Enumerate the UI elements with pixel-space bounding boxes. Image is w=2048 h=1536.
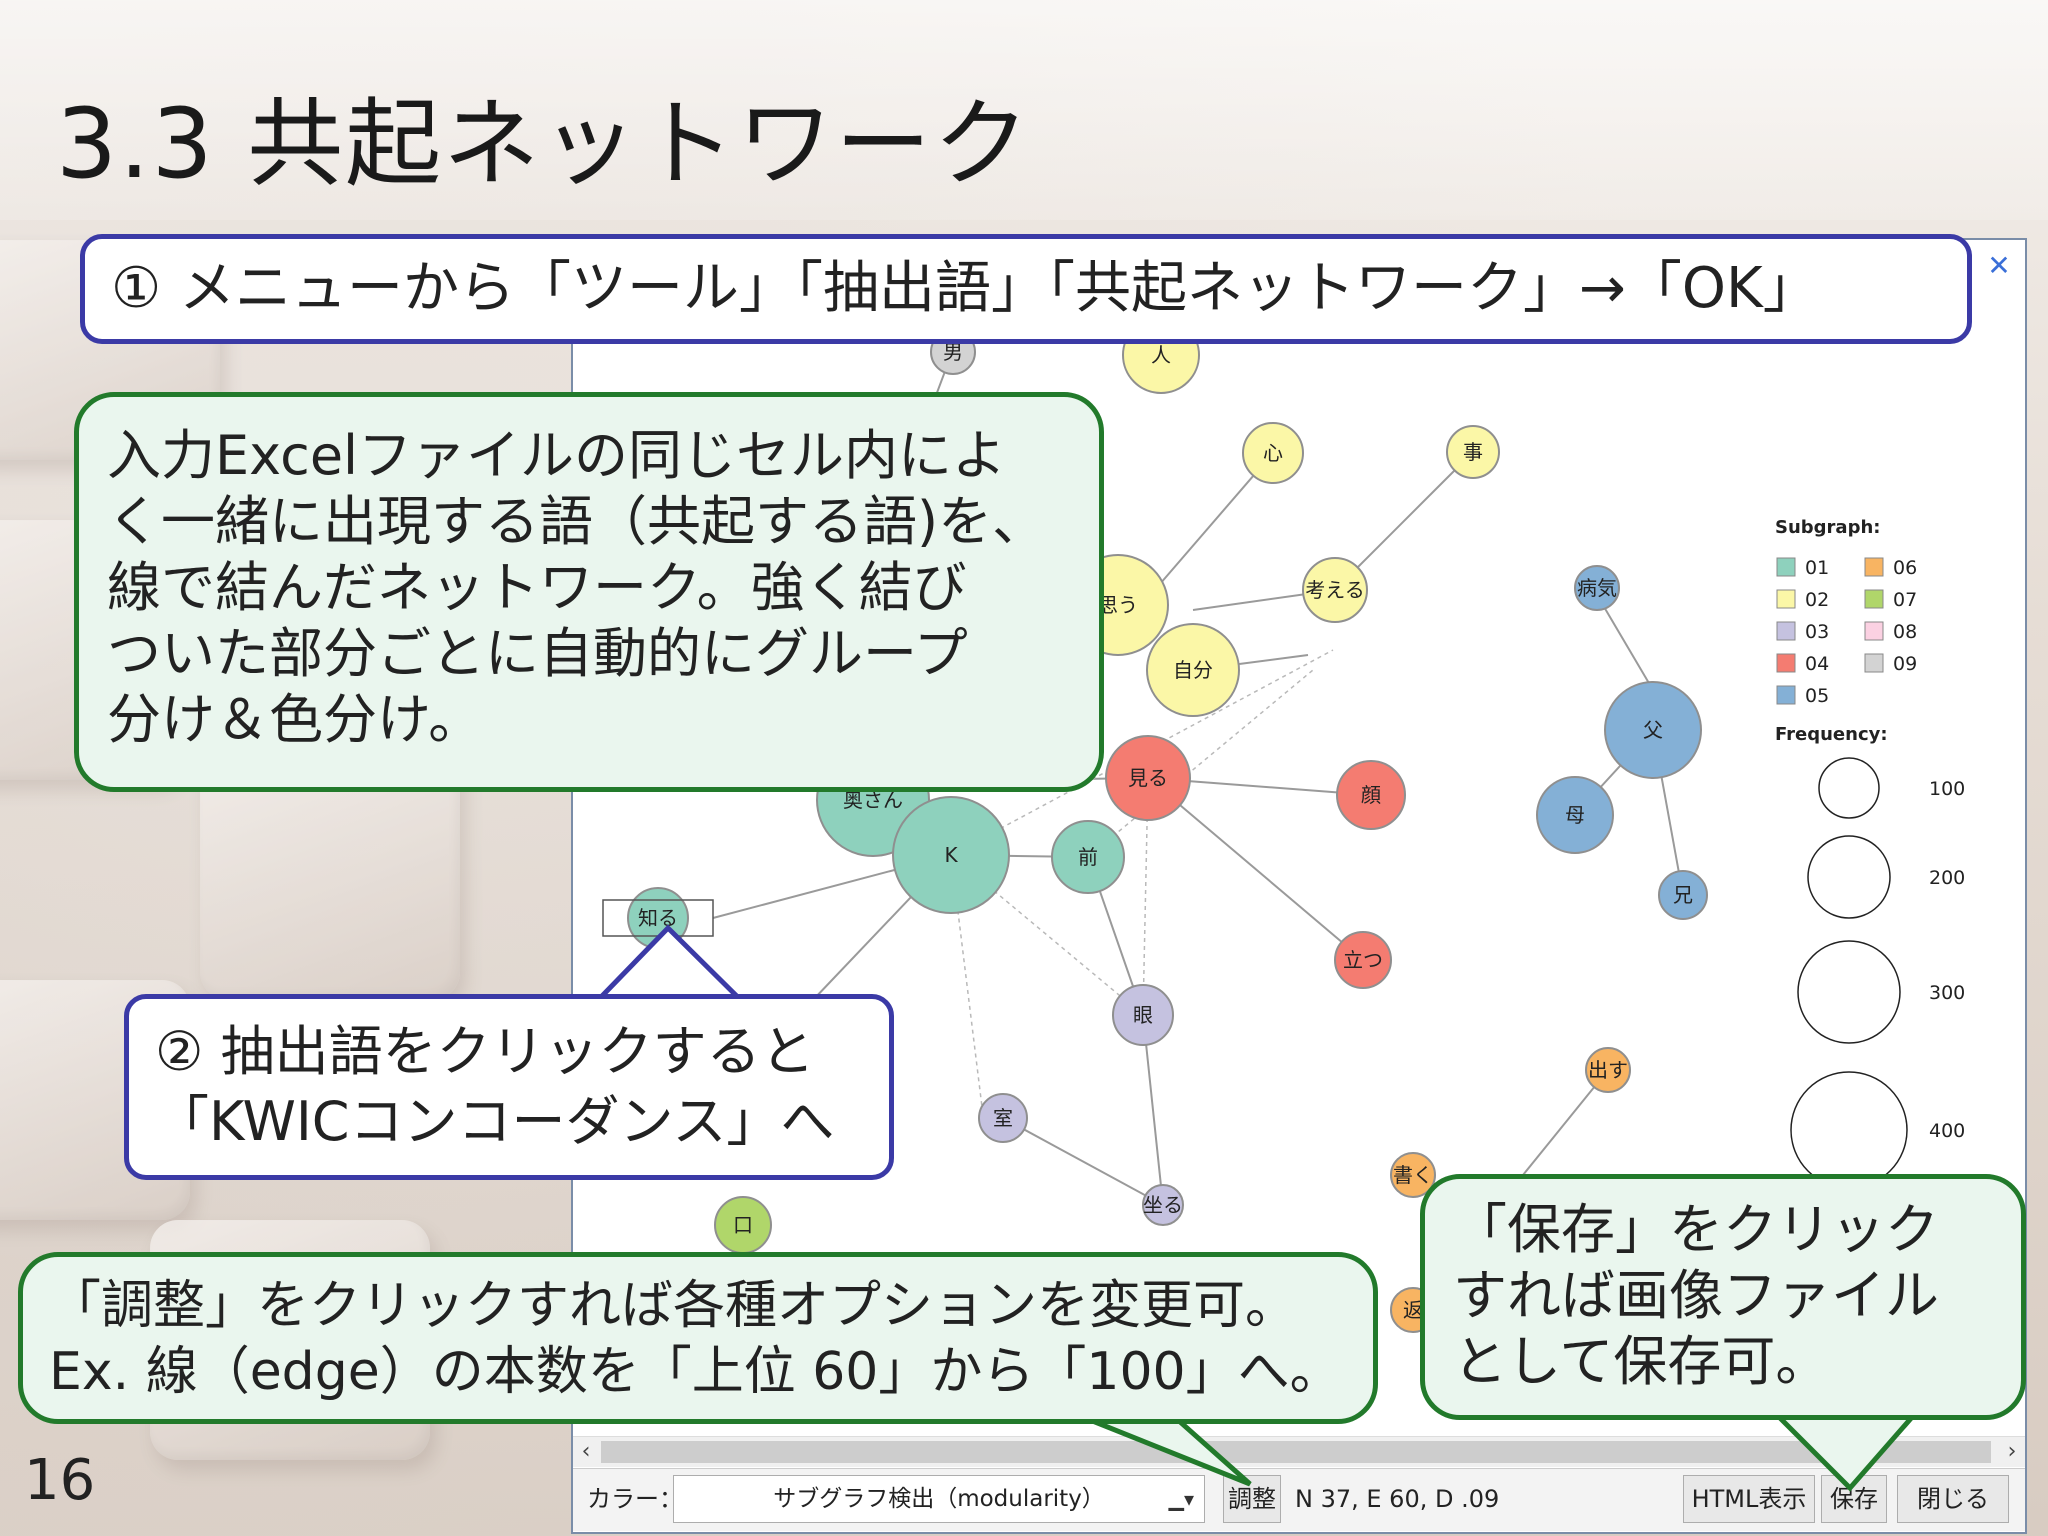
save-callout: 「保存」をクリック すれば画像ファイル として保存可。 xyxy=(1420,1174,2026,1420)
legend-label: 06 xyxy=(1893,557,1917,579)
node-label[interactable]: 出す xyxy=(1588,1058,1628,1082)
legend-label: 02 xyxy=(1805,589,1829,611)
node-kao[interactable]: 顔 xyxy=(1336,760,1406,830)
legend-swatch-07 xyxy=(1864,589,1884,609)
adjust-callout: 「調整」をクリックすれば各種オプションを変更可。 Ex. 線（edge）の本数を… xyxy=(18,1252,1378,1424)
legend-label: 05 xyxy=(1805,685,1829,707)
node-label[interactable]: K xyxy=(944,843,958,867)
legend-frequency-circle xyxy=(1807,835,1891,919)
node-kangaeru[interactable]: 考える xyxy=(1302,557,1368,623)
node-miru[interactable]: 見る xyxy=(1105,735,1191,821)
node-label[interactable]: 母 xyxy=(1565,803,1585,827)
node-tatsu[interactable]: 立つ xyxy=(1334,931,1392,989)
node-suwaru[interactable]: 坐る xyxy=(1142,1184,1184,1226)
legend-frequency-circle xyxy=(1818,757,1880,819)
node-label[interactable]: 事 xyxy=(1463,440,1483,464)
step1-callout: ① メニューから「ツール」「抽出語」「共起ネットワーク」→「OK」 xyxy=(80,234,1972,344)
node-label[interactable]: 病気 xyxy=(1577,576,1617,600)
legend-frequency-label: 200 xyxy=(1929,867,1965,889)
node-dasu[interactable]: 出す xyxy=(1585,1047,1631,1093)
slide-title: 3.3 共起ネットワーク xyxy=(56,88,1032,200)
node-label[interactable]: 人 xyxy=(1151,343,1171,367)
node-K[interactable]: K xyxy=(892,796,1010,914)
legend-subgraphs: 01 02 03 04 05 06 07 08 09 xyxy=(1776,557,1917,707)
node-label[interactable]: 兄 xyxy=(1673,883,1693,907)
node-byouki[interactable]: 病気 xyxy=(1574,565,1620,611)
legend-label: 08 xyxy=(1893,621,1917,643)
step1-text: ① メニューから「ツール」「抽出語」「共起ネットワーク」→「OK」 xyxy=(111,256,1819,321)
legend-swatch-03 xyxy=(1776,621,1796,641)
save-text: 「保存」をクリック すれば画像ファイル として保存可。 xyxy=(1453,1198,1939,1393)
node-label[interactable]: 室 xyxy=(993,1106,1013,1130)
scroll-right-icon[interactable]: › xyxy=(1999,1437,2025,1467)
node-koto[interactable]: 事 xyxy=(1446,425,1500,479)
legend-frequency-title: Frequency: xyxy=(1775,724,1888,745)
node-shitsu[interactable]: 室 xyxy=(978,1093,1028,1143)
node-label[interactable]: 心 xyxy=(1263,441,1283,465)
node-label[interactable]: 口 xyxy=(733,1213,753,1237)
description-text: 入力Excelファイルの同じセル内によ く一緒に出現する語（共起する語)を、 線… xyxy=(107,424,1047,751)
legend-swatch-02 xyxy=(1776,589,1796,609)
node-ani[interactable]: 兄 xyxy=(1658,870,1708,920)
node-label[interactable]: 坐る xyxy=(1143,1193,1183,1217)
legend-swatch-05 xyxy=(1776,685,1796,705)
legend-label: 09 xyxy=(1893,653,1917,675)
legend-swatch-08 xyxy=(1864,621,1884,641)
node-mae[interactable]: 前 xyxy=(1051,820,1125,894)
legend: Subgraph: 010203040506070809 Frequency: … xyxy=(1775,517,1965,1189)
node-kokoro[interactable]: 心 xyxy=(1242,422,1304,484)
network-stats: N 37, E 60, D .09 xyxy=(1295,1485,1500,1513)
legend-swatch-04 xyxy=(1776,653,1796,673)
legend-swatch-09 xyxy=(1864,653,1884,673)
legend-subgraph-title: Subgraph: xyxy=(1775,517,1880,538)
step2-text: ② 抽出語をクリックすると 「KWICコンコーダンス」へ xyxy=(155,1020,835,1153)
description-callout: 入力Excelファイルの同じセル内によ く一緒に出現する語（共起する語)を、 線… xyxy=(74,392,1104,792)
adjust-text: 「調整」をクリックすれば各種オプションを変更可。 Ex. 線（edge）の本数を… xyxy=(49,1276,1342,1402)
legend-label: 03 xyxy=(1805,621,1829,643)
node-label[interactable]: 見る xyxy=(1128,766,1168,790)
node-me[interactable]: 眼 xyxy=(1112,984,1174,1046)
legend-frequency-circle xyxy=(1790,1071,1908,1189)
legend-frequency-label: 400 xyxy=(1929,1120,1965,1142)
node-label[interactable]: 思う xyxy=(1098,593,1138,617)
node-haha[interactable]: 母 xyxy=(1536,776,1614,854)
color-label: カラー： xyxy=(587,1485,683,1513)
legend-label: 07 xyxy=(1893,589,1917,611)
page-number: 16 xyxy=(24,1448,96,1513)
edge xyxy=(1002,1117,1164,1206)
legend-frequencies: 100 200 300 400 xyxy=(1790,757,1965,1189)
node-label[interactable]: 自分 xyxy=(1173,658,1213,682)
node-label[interactable]: 顔 xyxy=(1361,783,1381,807)
node-label[interactable]: 立つ xyxy=(1343,948,1383,972)
legend-frequency-label: 300 xyxy=(1929,982,1965,1004)
legend-swatch-06 xyxy=(1864,557,1884,577)
node-label[interactable]: 書く xyxy=(1393,1163,1433,1187)
node-chichi[interactable]: 父 xyxy=(1604,681,1702,779)
node-jibun[interactable]: 自分 xyxy=(1146,623,1240,717)
node-label[interactable]: 考える xyxy=(1305,578,1364,602)
scroll-left-icon[interactable]: ‹ xyxy=(573,1437,599,1467)
node-label[interactable]: 眼 xyxy=(1133,1003,1153,1027)
legend-label: 04 xyxy=(1805,653,1829,675)
node-kuchi[interactable]: 口 xyxy=(714,1196,772,1254)
legend-frequency-circle xyxy=(1797,940,1901,1044)
legend-frequency-label: 100 xyxy=(1929,778,1965,800)
node-label[interactable]: 父 xyxy=(1643,718,1663,742)
legend-swatch-01 xyxy=(1776,557,1796,577)
node-label[interactable]: 前 xyxy=(1078,845,1098,869)
legend-label: 01 xyxy=(1805,557,1829,579)
step2-callout: ② 抽出語をクリックすると 「KWICコンコーダンス」へ xyxy=(124,994,894,1180)
